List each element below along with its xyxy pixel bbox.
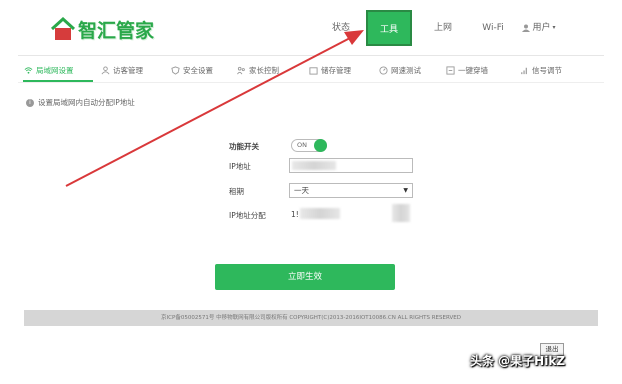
active-subtab-indicator [23, 80, 93, 82]
chevron-down-icon: ▾ [552, 24, 556, 31]
subtab-storage[interactable]: 储存管理 [309, 63, 351, 77]
toggle-state-text: ON [297, 141, 307, 149]
switch-label: 功能开关 [229, 142, 259, 151]
user-icon [101, 65, 110, 74]
subtab-wall[interactable]: 一键穿墙 [446, 63, 488, 77]
ip-label: IP地址 [229, 162, 251, 171]
subtab-label: 安全设置 [183, 65, 213, 75]
redacted-range-end [392, 204, 410, 222]
user-icon [522, 24, 531, 32]
top-nav: 状态 工具 上网 Wi-Fi 用户 ▾ [0, 10, 622, 46]
range-start-value: 1! [291, 210, 299, 219]
subtab-label: 家长控制 [249, 65, 279, 75]
nav-wifi[interactable]: Wi-Fi [476, 10, 510, 46]
nav-tools[interactable]: 工具 [366, 10, 412, 46]
feature-toggle[interactable]: ON [291, 139, 327, 152]
subtab-signal[interactable]: 信号调节 [520, 63, 562, 77]
subtab-label: 访客管理 [113, 65, 143, 75]
nav-internet[interactable]: 上网 [428, 10, 458, 46]
wifi-icon [24, 66, 33, 74]
people-icon [237, 66, 245, 74]
subtab-label: 局域网设置 [36, 65, 74, 75]
subtab-divider [18, 82, 604, 83]
toggle-knob [314, 139, 327, 152]
subtab-guest[interactable]: 访客管理 [101, 63, 143, 77]
redacted-range-start [300, 208, 340, 219]
description-text: 设置局域网内自动分配IP地址 [38, 98, 135, 107]
subtab-parental[interactable]: 家长控制 [237, 63, 279, 77]
info-icon: i [26, 98, 34, 107]
speed-icon [379, 65, 388, 75]
lease-label: 租期 [229, 187, 244, 196]
lease-select[interactable]: 一天 ▼ [289, 183, 413, 198]
dropdown-arrow-icon: ▼ [403, 187, 408, 194]
wall-icon [446, 65, 455, 75]
copyright-footer: 京ICP备05002571号 中移物联网有限公司版权所有 COPYRIGHT(C… [24, 310, 598, 326]
folder-icon [309, 66, 318, 75]
apply-button[interactable]: 立即生效 [215, 264, 395, 290]
subtab-lan-settings[interactable]: 局域网设置 [24, 63, 74, 77]
subtab-speed-test[interactable]: 网速测试 [379, 63, 421, 77]
subtab-label: 网速测试 [391, 65, 421, 75]
subtab-label: 储存管理 [321, 65, 351, 75]
redacted-ip [292, 161, 336, 170]
subtab-label: 一键穿墙 [458, 65, 488, 75]
router-admin-page: 智汇管家 状态 工具 上网 Wi-Fi 用户 ▾ 局域网设置 访客管理 安全设置 [0, 0, 622, 384]
subtab-label: 信号调节 [532, 65, 562, 75]
header-divider [18, 55, 604, 56]
lease-value: 一天 [294, 186, 309, 195]
nav-user-label: 用户 [532, 23, 551, 33]
range-label: IP地址分配 [229, 211, 266, 220]
nav-user-menu[interactable]: 用户 ▾ [514, 10, 564, 46]
section-description: i 设置局域网内自动分配IP地址 [26, 97, 135, 108]
signal-icon [521, 67, 527, 74]
watermark: 头条 @果子HikZ [470, 354, 566, 368]
shield-icon [171, 65, 180, 75]
nav-status[interactable]: 状态 [326, 10, 356, 46]
subtab-security[interactable]: 安全设置 [171, 63, 213, 77]
